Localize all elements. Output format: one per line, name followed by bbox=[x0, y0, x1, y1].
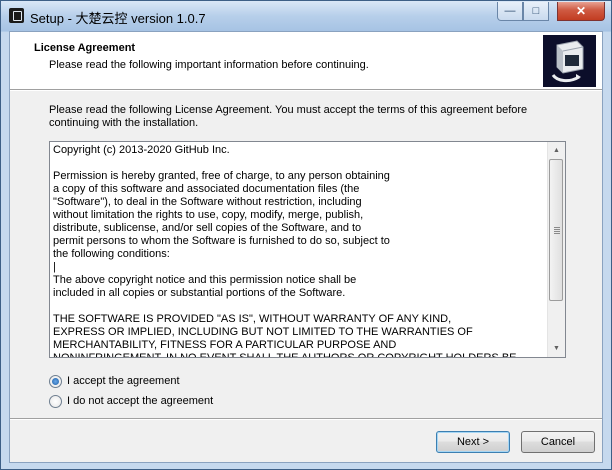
grip-icon bbox=[554, 227, 560, 234]
page-title: License Agreement bbox=[34, 42, 136, 54]
accept-radio-label[interactable]: I accept the agreement bbox=[67, 375, 180, 387]
app-icon bbox=[9, 8, 24, 23]
wizard-client-area: License Agreement Please read the follow… bbox=[9, 31, 603, 463]
decline-radio[interactable] bbox=[49, 394, 62, 408]
decline-option[interactable]: I do not accept the agreement bbox=[49, 393, 213, 409]
accept-radio[interactable] bbox=[49, 374, 62, 388]
close-button[interactable]: ✕ bbox=[557, 2, 605, 21]
scroll-down-icon[interactable]: ▼ bbox=[548, 340, 565, 357]
license-text: Copyright (c) 2013-2020 GitHub Inc. Perm… bbox=[53, 144, 517, 358]
setup-window: Setup - 大楚云控 version 1.0.7 — □ ✕ License… bbox=[0, 0, 612, 470]
next-button[interactable]: Next > bbox=[436, 431, 510, 453]
decline-radio-label[interactable]: I do not accept the agreement bbox=[67, 395, 213, 407]
maximize-button[interactable]: □ bbox=[523, 2, 549, 21]
minimize-button[interactable]: — bbox=[497, 2, 523, 21]
cancel-button[interactable]: Cancel bbox=[521, 431, 595, 453]
setup-logo-icon bbox=[543, 35, 596, 87]
license-intro-text: Please read the following License Agreem… bbox=[49, 104, 528, 129]
title-bar[interactable]: Setup - 大楚云控 version 1.0.7 — □ ✕ bbox=[1, 1, 611, 31]
license-scrollbar[interactable]: ▲ ▼ bbox=[547, 142, 565, 357]
accept-option[interactable]: I accept the agreement bbox=[49, 373, 180, 389]
footer-divider bbox=[10, 418, 602, 420]
window-title: Setup - 大楚云控 version 1.0.7 bbox=[30, 11, 206, 26]
scroll-thumb[interactable] bbox=[549, 159, 563, 301]
license-textbox[interactable]: Copyright (c) 2013-2020 GitHub Inc. Perm… bbox=[49, 141, 566, 358]
page-subtitle: Please read the following important info… bbox=[49, 59, 369, 71]
scroll-up-icon[interactable]: ▲ bbox=[548, 142, 565, 159]
wizard-header: License Agreement Please read the follow… bbox=[10, 32, 602, 89]
header-divider bbox=[10, 89, 602, 91]
